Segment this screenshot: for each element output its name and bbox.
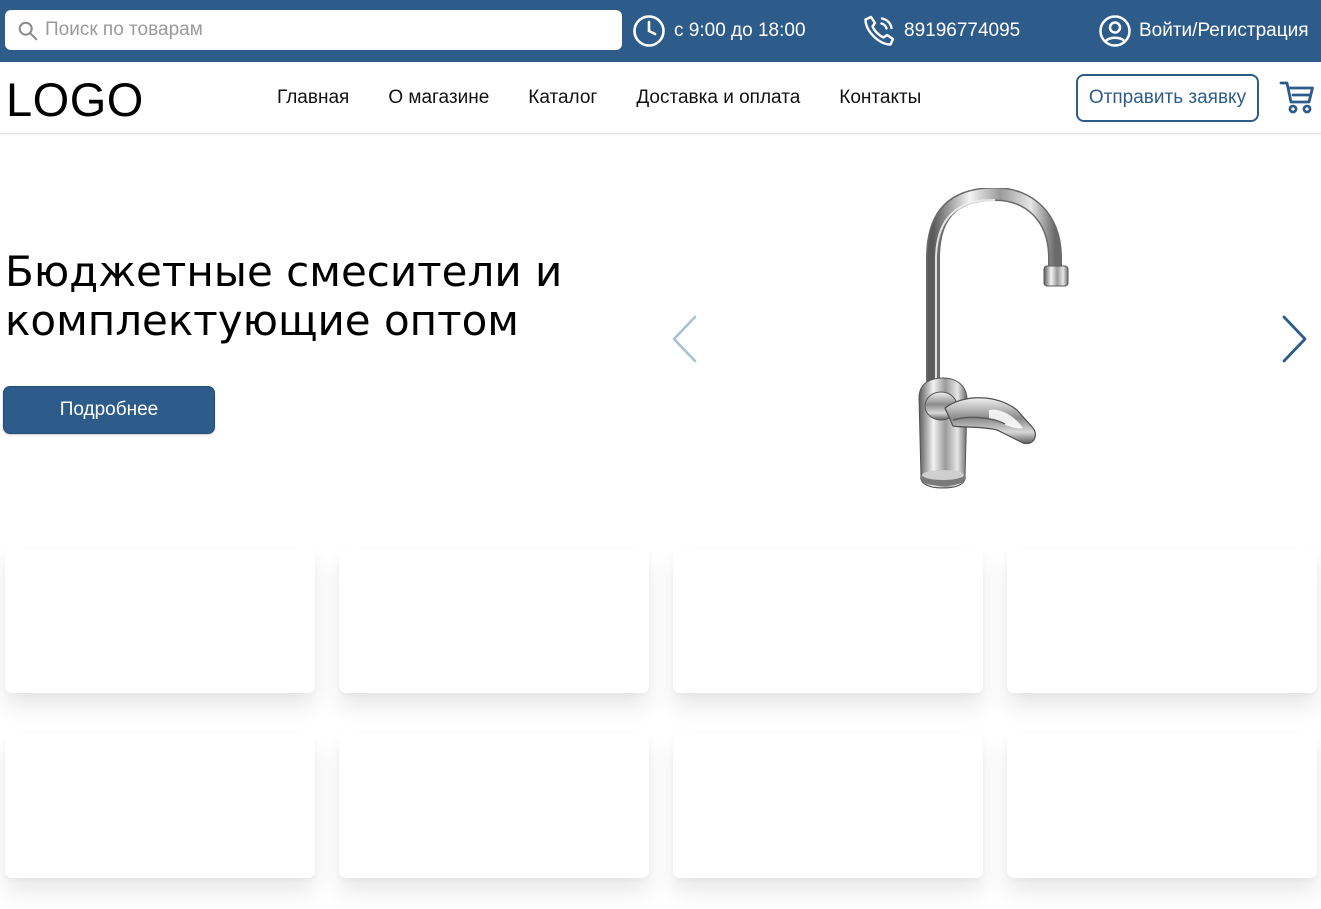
nav-item-catalog[interactable]: Каталог — [528, 87, 597, 109]
phone-contact[interactable]: 89196774095 — [862, 12, 1020, 50]
product-card[interactable] — [339, 549, 649, 693]
login-label[interactable]: Войти/Регистрация — [1139, 20, 1309, 42]
top-bar: с 9:00 до 18:00 89196774095 Войти/Регист… — [0, 0, 1321, 62]
send-request-button[interactable]: Отправить заявку — [1076, 74, 1259, 122]
working-hours: с 9:00 до 18:00 — [632, 12, 806, 50]
search-box[interactable] — [5, 10, 622, 50]
cart-icon[interactable] — [1279, 78, 1315, 116]
phone-icon — [864, 15, 895, 46]
product-card[interactable] — [1007, 734, 1317, 878]
nav-item-delivery[interactable]: Доставка и оплата — [636, 87, 800, 109]
login-link[interactable]: Войти/Регистрация — [1098, 12, 1309, 50]
more-button[interactable]: Подробнее — [3, 386, 215, 434]
chevron-left-icon[interactable] — [670, 314, 700, 364]
chevron-right-icon[interactable] — [1279, 314, 1309, 364]
nav-item-contacts[interactable]: Контакты — [839, 87, 921, 109]
product-card[interactable] — [339, 734, 649, 878]
nav-item-about[interactable]: О магазине — [388, 87, 489, 109]
product-card[interactable] — [5, 734, 315, 878]
nav-item-home[interactable]: Главная — [277, 87, 349, 109]
main-nav: Главная О магазине Каталог Доставка и оп… — [277, 87, 921, 109]
product-card[interactable] — [673, 734, 983, 878]
search-icon — [18, 21, 38, 41]
product-card[interactable] — [5, 549, 315, 693]
user-circle-icon — [1099, 15, 1131, 47]
search-input[interactable] — [45, 10, 605, 50]
hero-title: Бюджетные смесители и комплектующие опто… — [5, 247, 563, 345]
product-card[interactable] — [1007, 549, 1317, 693]
main-header: LOGO Главная О магазине Каталог Доставка… — [0, 62, 1321, 134]
logo[interactable]: LOGO — [6, 75, 144, 125]
product-card[interactable] — [673, 549, 983, 693]
faucet-product-image — [918, 188, 1069, 489]
clock-icon — [633, 15, 665, 47]
working-hours-text: с 9:00 до 18:00 — [674, 20, 806, 41]
phone-number[interactable]: 89196774095 — [904, 20, 1020, 42]
